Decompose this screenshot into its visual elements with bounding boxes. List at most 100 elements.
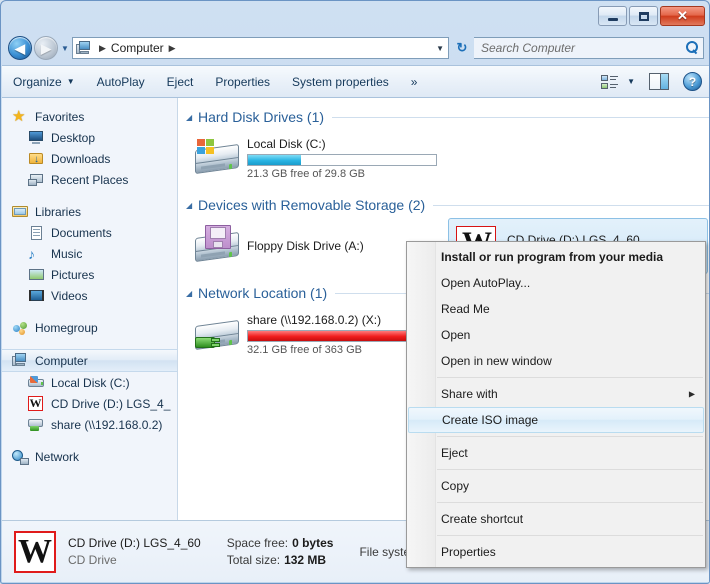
sidebar-item-desktop[interactable]: Desktop: [2, 127, 177, 148]
collapse-triangle-icon[interactable]: ◢: [186, 201, 198, 210]
context-menu[interactable]: Install or run program from your media Op…: [406, 241, 706, 568]
forward-button[interactable]: ▶: [34, 36, 58, 60]
sidebar-item-network[interactable]: Network: [2, 446, 177, 467]
context-menu-item[interactable]: Open AutoPlay...: [407, 270, 705, 296]
cd-drive-w-icon: W: [12, 529, 58, 575]
sidebar-label-network: Network: [35, 450, 79, 464]
forward-arrow-icon: ▶: [41, 42, 51, 55]
navigation-pane[interactable]: ★ Favorites Desktop ↓ Downloads Recent P…: [2, 98, 178, 521]
title-bar: ✕: [1, 1, 710, 31]
view-dropdown-icon[interactable]: ▼: [627, 77, 635, 86]
toolbar-properties[interactable]: Properties: [204, 71, 281, 93]
toolbar-eject-label: Eject: [167, 75, 194, 89]
sidebar-gap-1: [2, 190, 177, 201]
back-arrow-icon: ◀: [15, 42, 25, 55]
context-menu-item[interactable]: Read Me: [407, 296, 705, 322]
sidebar-label-music: Music: [51, 247, 82, 261]
context-menu-item-label: Copy: [441, 479, 469, 493]
group-label-network-location: Network Location (1): [198, 285, 335, 301]
context-menu-item-label: Open AutoPlay...: [441, 276, 530, 290]
group-divider: [332, 117, 710, 118]
context-menu-item[interactable]: Create ISO image: [408, 407, 704, 433]
sidebar-label-computer: Computer: [35, 354, 88, 368]
sidebar-item-favorites[interactable]: ★ Favorites: [2, 106, 177, 127]
toolbar-organize[interactable]: Organize ▼: [2, 71, 86, 93]
sidebar-gap-2: [2, 306, 177, 317]
downloads-icon: ↓: [28, 151, 45, 167]
recent-pages-button[interactable]: ▼: [58, 36, 72, 60]
context-menu-separator: [437, 502, 703, 503]
back-button[interactable]: ◀: [8, 36, 32, 60]
context-menu-item[interactable]: Copy: [407, 473, 705, 499]
preview-pane-icon[interactable]: [649, 73, 669, 90]
context-menu-separator: [437, 469, 703, 470]
search-input[interactable]: [481, 41, 685, 55]
search-icon: [685, 41, 699, 55]
sidebar-item-homegroup[interactable]: Homegroup: [2, 317, 177, 338]
maximize-button[interactable]: [629, 6, 658, 26]
hard-disk-drive-icon: [193, 135, 243, 181]
close-button[interactable]: ✕: [660, 6, 705, 26]
toolbar-autoplay-label: AutoPlay: [97, 75, 145, 89]
context-menu-item[interactable]: Eject: [407, 440, 705, 466]
context-menu-item[interactable]: Create shortcut: [407, 506, 705, 532]
sidebar-item-computer[interactable]: Computer: [2, 349, 177, 372]
address-bar[interactable]: ▶ Computer ▶ ▼: [72, 37, 449, 59]
space-free-label: Space free:: [227, 536, 288, 550]
collapse-triangle-icon[interactable]: ◢: [186, 289, 198, 298]
breadcrumb-separator-icon-2[interactable]: ▶: [164, 43, 181, 54]
sidebar-label-desktop: Desktop: [51, 131, 95, 145]
recent-places-icon: [28, 172, 45, 188]
sidebar-gap-3: [2, 338, 177, 349]
network-drive-icon: [193, 311, 243, 357]
context-menu-item[interactable]: Share with▶: [407, 381, 705, 407]
sidebar-item-documents[interactable]: Documents: [2, 222, 177, 243]
address-dropdown-icon[interactable]: ▼: [436, 38, 444, 58]
context-menu-item[interactable]: Install or run program from your media: [407, 244, 705, 270]
libraries-icon: [12, 204, 29, 220]
sidebar-item-network-share[interactable]: share (\\192.168.0.2): [2, 414, 177, 435]
toolbar-eject[interactable]: Eject: [156, 71, 205, 93]
sidebar-label-network-share: share (\\192.168.0.2): [51, 418, 162, 432]
sidebar-label-favorites: Favorites: [35, 110, 84, 124]
sidebar-item-recent-places[interactable]: Recent Places: [2, 169, 177, 190]
refresh-button[interactable]: ↻: [450, 37, 474, 59]
minimize-button[interactable]: [598, 6, 627, 26]
context-menu-item-label: Properties: [441, 545, 496, 559]
hard-disk-icon: [28, 375, 45, 391]
change-view-icon[interactable]: [601, 74, 619, 90]
sidebar-item-downloads[interactable]: ↓ Downloads: [2, 148, 177, 169]
group-label-hard-disk-drives: Hard Disk Drives (1): [198, 109, 332, 125]
toolbar-system-properties[interactable]: System properties: [281, 71, 400, 93]
sidebar-item-pictures[interactable]: Pictures: [2, 264, 177, 285]
context-menu-item-label: Create ISO image: [442, 413, 538, 427]
help-icon[interactable]: ?: [683, 72, 702, 91]
drive-info-local-disk-c: Local Disk (C:) 21.3 GB free of 29.8 GB: [247, 137, 443, 180]
toolbar-overflow-button[interactable]: »: [400, 71, 429, 93]
drive-tile-local-disk-c[interactable]: Local Disk (C:) 21.3 GB free of 29.8 GB: [188, 130, 448, 186]
sidebar-item-music[interactable]: ♪ Music: [2, 243, 177, 264]
sidebar-item-videos[interactable]: Videos: [2, 285, 177, 306]
group-header-hard-disk-drives[interactable]: ◢ Hard Disk Drives (1): [178, 106, 710, 128]
search-box[interactable]: [474, 37, 704, 59]
toolbar-autoplay[interactable]: AutoPlay: [86, 71, 156, 93]
double-chevron-icon: »: [411, 75, 418, 89]
sidebar-item-cd-drive-d[interactable]: W CD Drive (D:) LGS_4_: [2, 393, 177, 414]
music-note-icon: ♪: [28, 246, 45, 262]
sidebar-label-cd-drive-d: CD Drive (D:) LGS_4_: [51, 397, 170, 411]
context-menu-item[interactable]: Open in new window: [407, 348, 705, 374]
breadcrumb-computer[interactable]: Computer: [111, 41, 164, 55]
sidebar-item-libraries[interactable]: Libraries: [2, 201, 177, 222]
sidebar-gap-4: [2, 435, 177, 446]
command-toolbar: Organize ▼ AutoPlay Eject Properties Sys…: [2, 65, 710, 98]
context-menu-item[interactable]: Properties: [407, 539, 705, 565]
group-header-removable-storage[interactable]: ◢ Devices with Removable Storage (2): [178, 194, 710, 216]
context-menu-item[interactable]: Open: [407, 322, 705, 348]
submenu-arrow-icon: ▶: [689, 390, 695, 399]
sidebar-item-local-disk-c[interactable]: Local Disk (C:): [2, 372, 177, 393]
collapse-triangle-icon[interactable]: ◢: [186, 113, 198, 122]
cd-drive-w-icon: W: [28, 396, 45, 412]
group-items-hard-disk-drives: Local Disk (C:) 21.3 GB free of 29.8 GB: [178, 128, 710, 186]
homegroup-icon: [12, 320, 29, 336]
context-menu-separator: [437, 377, 703, 378]
